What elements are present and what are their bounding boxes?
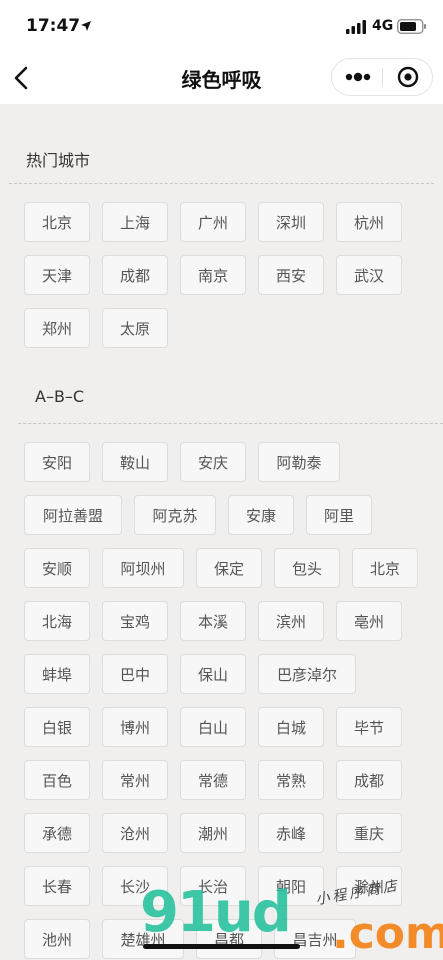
city-chip[interactable]: 太原: [102, 308, 168, 348]
city-chip[interactable]: 安阳: [24, 442, 90, 482]
city-chip[interactable]: 包头: [274, 548, 340, 588]
city-chip[interactable]: 承德: [24, 813, 90, 853]
city-chip[interactable]: 滨州: [258, 601, 324, 641]
battery-icon: [397, 19, 426, 34]
city-chip[interactable]: 赤峰: [258, 813, 324, 853]
city-chip[interactable]: 安庆: [180, 442, 246, 482]
city-chip[interactable]: 博州: [102, 707, 168, 747]
city-chip[interactable]: 常州: [102, 760, 168, 800]
city-chip[interactable]: 天津: [24, 255, 90, 295]
section-divider: [9, 183, 434, 184]
city-chip[interactable]: 北京: [352, 548, 418, 588]
city-chip[interactable]: 鞍山: [102, 442, 168, 482]
signal-bars-icon: [346, 20, 366, 34]
city-chip[interactable]: 广州: [180, 202, 246, 242]
city-chip[interactable]: 亳州: [336, 601, 402, 641]
city-chip[interactable]: 池州: [24, 919, 90, 959]
location-arrow-icon: [81, 21, 91, 31]
city-chip[interactable]: 保山: [180, 654, 246, 694]
city-chip[interactable]: 百色: [24, 760, 90, 800]
city-chip[interactable]: 宝鸡: [102, 601, 168, 641]
city-chip[interactable]: 安康: [228, 495, 294, 535]
watermark-letters: 91ud: [140, 880, 292, 945]
city-chip[interactable]: 潮州: [180, 813, 246, 853]
city-chip[interactable]: 保定: [196, 548, 262, 588]
city-chip[interactable]: 上海: [102, 202, 168, 242]
status-time: 17:47: [26, 16, 81, 36]
city-chip[interactable]: 蚌埠: [24, 654, 90, 694]
city-chip[interactable]: 深圳: [258, 202, 324, 242]
city-chip[interactable]: 郑州: [24, 308, 90, 348]
network-type: 4G: [372, 18, 394, 34]
city-chip[interactable]: 常熟: [258, 760, 324, 800]
city-chip[interactable]: 阿坝州: [102, 548, 184, 588]
city-chip[interactable]: 武汉: [336, 255, 402, 295]
city-chip[interactable]: 巴中: [102, 654, 168, 694]
section-divider: [18, 423, 443, 424]
city-chip[interactable]: 阿克苏: [134, 495, 216, 535]
city-chip[interactable]: 杭州: [336, 202, 402, 242]
city-chip[interactable]: 成都: [102, 255, 168, 295]
city-chip[interactable]: 阿里: [306, 495, 372, 535]
city-chip[interactable]: 西安: [258, 255, 324, 295]
city-chip[interactable]: 重庆: [336, 813, 402, 853]
city-chip[interactable]: 北京: [24, 202, 90, 242]
city-chip[interactable]: 长春: [24, 866, 90, 906]
home-indicator: [143, 944, 300, 949]
city-chip[interactable]: 白城: [258, 707, 324, 747]
city-chip[interactable]: 北海: [24, 601, 90, 641]
city-chip[interactable]: 白银: [24, 707, 90, 747]
city-chip[interactable]: 毕节: [336, 707, 402, 747]
city-chip[interactable]: 巴彦淖尔: [258, 654, 356, 694]
city-chip[interactable]: 阿拉善盟: [24, 495, 122, 535]
nav-bar: 绿色呼吸: [0, 52, 443, 104]
city-chip[interactable]: 安顺: [24, 548, 90, 588]
city-chip[interactable]: 本溪: [180, 601, 246, 641]
city-chip[interactable]: 常德: [180, 760, 246, 800]
watermark-suffix: .com: [332, 908, 443, 959]
status-bar: 17:47 4G: [0, 0, 443, 52]
city-chip[interactable]: 阿勒泰: [258, 442, 340, 482]
city-chip[interactable]: 沧州: [102, 813, 168, 853]
city-chip[interactable]: 成都: [336, 760, 402, 800]
city-chip[interactable]: 南京: [180, 255, 246, 295]
close-circle-icon[interactable]: [383, 59, 433, 95]
more-dots-icon[interactable]: [332, 59, 382, 95]
section-title-abc: A–B–C: [35, 387, 85, 406]
city-chip[interactable]: 白山: [180, 707, 246, 747]
menu-capsule: [331, 58, 433, 96]
watermark-caption: 小程序商店: [314, 877, 401, 909]
section-title-hot: 热门城市: [26, 151, 91, 170]
